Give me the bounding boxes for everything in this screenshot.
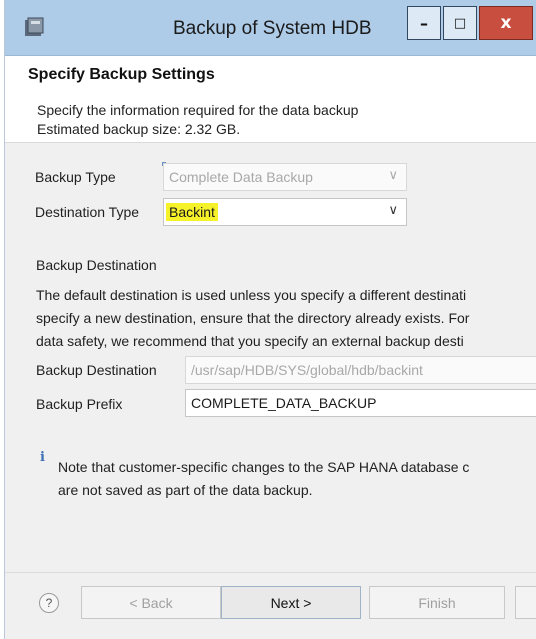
help-icon[interactable]: ? <box>39 593 59 613</box>
backup-destination-section-label: Backup Destination <box>36 257 157 273</box>
cancel-button[interactable] <box>515 586 536 619</box>
hana-studio-icon <box>25 17 44 36</box>
window-title: Backup of System HDB <box>173 18 372 39</box>
chevron-down-icon: ∨ <box>388 168 398 183</box>
maximize-button[interactable]: □ <box>443 6 477 40</box>
destination-type-label: Destination Type <box>35 204 140 220</box>
description-line: Specify the information required for the… <box>37 102 359 118</box>
minimize-button[interactable]: – <box>407 6 441 40</box>
backup-destination-label: Backup Destination <box>36 362 157 378</box>
footer-divider <box>5 572 536 573</box>
estimated-size: Estimated backup size: 2.32 GB. <box>37 121 241 137</box>
backup-dialog: Backup of System HDB – □ x Specify Backu… <box>4 0 536 639</box>
backup-prefix-label: Backup Prefix <box>36 396 123 412</box>
destination-help-text: The default destination is used unless y… <box>36 284 536 353</box>
backup-type-select: Complete Data Backup ∨ <box>163 163 407 191</box>
help-text-line: data safety, we recommend that you speci… <box>36 333 464 349</box>
backup-prefix-input[interactable]: COMPLETE_DATA_BACKUP <box>185 389 536 417</box>
destination-type-value: Backint <box>166 203 218 221</box>
info-icon: i <box>40 450 45 465</box>
title-bar[interactable]: Backup of System HDB – □ x <box>5 0 536 56</box>
backup-type-label: Backup Type <box>35 169 116 185</box>
help-text-line: specify a new destination, ensure that t… <box>36 310 470 326</box>
backup-note: Note that customer-specific changes to t… <box>58 456 469 502</box>
destination-type-select[interactable]: Backint ∨ <box>163 198 407 226</box>
backup-prefix-value: COMPLETE_DATA_BACKUP <box>191 395 377 411</box>
note-line: Note that customer-specific changes to t… <box>58 459 470 475</box>
note-line: are not saved as part of the data backup… <box>58 482 313 498</box>
backup-destination-value: /usr/sap/HDB/SYS/global/hdb/backint <box>191 362 423 378</box>
page-title: Specify Backup Settings <box>28 66 215 83</box>
backup-destination-input: /usr/sap/HDB/SYS/global/hdb/backint <box>185 356 536 384</box>
wizard-header: Specify Backup Settings Specify the info… <box>5 56 536 143</box>
back-button[interactable]: < Back <box>81 586 221 619</box>
help-text-line: The default destination is used unless y… <box>36 287 467 303</box>
backup-type-value: Complete Data Backup <box>169 169 313 185</box>
next-button[interactable]: Next > <box>221 586 361 619</box>
finish-button[interactable]: Finish <box>369 586 505 619</box>
page-description: Specify the information required for the… <box>37 101 358 139</box>
chevron-down-icon[interactable]: ∨ <box>388 203 398 218</box>
close-button[interactable]: x <box>479 6 533 40</box>
